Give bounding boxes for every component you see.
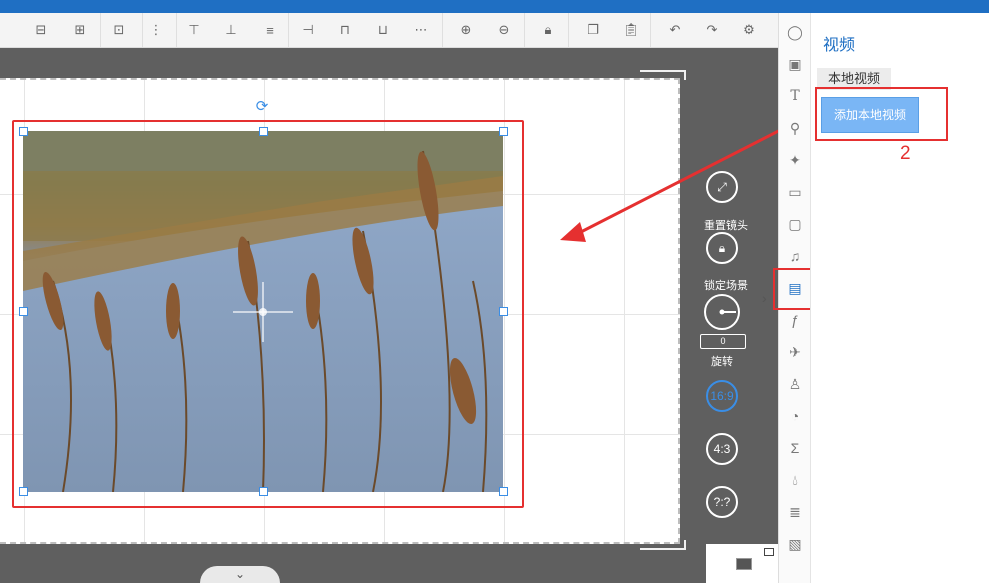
window-icon[interactable] <box>764 548 774 556</box>
layers-icon[interactable]: ≣ <box>784 501 806 523</box>
zoom-in-icon[interactable]: ⊕ <box>455 19 477 41</box>
expand-timeline-icon[interactable]: ⌄ <box>200 566 280 583</box>
ungroup-icon[interactable]: ⋮ <box>145 19 167 41</box>
annotation-button-highlight <box>815 87 948 141</box>
sigma-icon[interactable]: Σ <box>784 437 806 459</box>
frame-bracket-top <box>640 70 686 80</box>
pie-chart-icon[interactable]: ◔ <box>784 405 806 427</box>
image-icon[interactable]: ▣ <box>784 53 806 75</box>
frame-bracket-bottom <box>640 540 686 550</box>
ratio-16-9-button[interactable]: 16:9 <box>706 380 738 412</box>
copy-icon[interactable]: ❐ <box>582 19 604 41</box>
panel-title: 视频 <box>823 37 856 54</box>
redo-icon[interactable]: ↷ <box>701 19 723 41</box>
magic-wand-icon[interactable]: ✦ <box>784 149 806 171</box>
group-icon[interactable]: ⊡ <box>108 19 130 41</box>
paste-icon[interactable]: 📋︎ <box>620 19 642 41</box>
annotation-number-2: 2 <box>900 143 911 164</box>
align-middle-icon[interactable]: ≡ <box>259 19 281 41</box>
lock-scene-icon[interactable]: 🔒︎ <box>706 232 738 264</box>
ratio-4-3-button[interactable]: 4:3 <box>706 433 738 465</box>
align-right-icon[interactable]: ⊣ <box>297 19 319 41</box>
align-top-icon[interactable]: ⊤ <box>183 19 205 41</box>
folder-icon[interactable]: ▢ <box>784 213 806 235</box>
scene-thumbnail[interactable] <box>706 544 778 583</box>
rotate-dial-icon[interactable] <box>704 294 740 330</box>
align-bottom-icon[interactable]: ⊥ <box>220 19 242 41</box>
rotate-value-field[interactable]: 0 <box>700 334 746 349</box>
photo-icon[interactable]: ▧ <box>784 533 806 555</box>
app-topbar <box>0 0 989 13</box>
zoom-out-icon[interactable]: ⊖ <box>493 19 515 41</box>
drop-icon[interactable]: 💧︎ <box>784 469 806 491</box>
airplane-icon[interactable]: ✈ <box>784 341 806 363</box>
person-icon[interactable]: ♙ <box>784 373 806 395</box>
settings-icon[interactable]: ⚙ <box>738 19 760 41</box>
lock-scene-label: 锁定场景 <box>704 280 748 292</box>
comment-icon[interactable]: ▭ <box>784 181 806 203</box>
align-left-icon[interactable]: ⊟ <box>30 19 52 41</box>
editor-toolbar: ⊟ ⊞ ⊡ ⋮ ⊤ ⊥ ≡ ⊣ ⊓ ⊔ ⋯ ⊕ ⊖ 🔒︎ ❐ 📋︎ ↶ ↷ ⚙ <box>0 13 778 48</box>
flash-icon[interactable]: ƒ <box>784 309 806 331</box>
undo-icon[interactable]: ↶ <box>664 19 686 41</box>
shape-icon[interactable]: ◯ <box>784 21 806 43</box>
brush-icon[interactable]: ⚲ <box>784 117 806 139</box>
music-icon[interactable]: ♫ <box>784 245 806 267</box>
annotation-selection-frame <box>12 120 524 508</box>
align-center-icon[interactable]: ⊞ <box>69 19 91 41</box>
lock-icon[interactable]: 🔒︎ <box>537 19 559 41</box>
text-icon[interactable]: T <box>784 85 806 107</box>
align-center-v-icon[interactable]: ⊓ <box>334 19 356 41</box>
reset-camera-icon[interactable]: ⤢ <box>706 171 738 203</box>
rotate-handle-icon[interactable]: ⟳ <box>254 99 270 115</box>
distribute-icon[interactable]: ⊔ <box>372 19 394 41</box>
ratio-custom-button[interactable]: ?:? <box>706 486 738 518</box>
rotate-label: 旋转 <box>711 356 733 368</box>
reset-camera-label: 重置镜头 <box>704 220 748 232</box>
annotation-video-highlight <box>773 268 813 310</box>
distribute-h-icon[interactable]: ⋯ <box>410 19 432 41</box>
